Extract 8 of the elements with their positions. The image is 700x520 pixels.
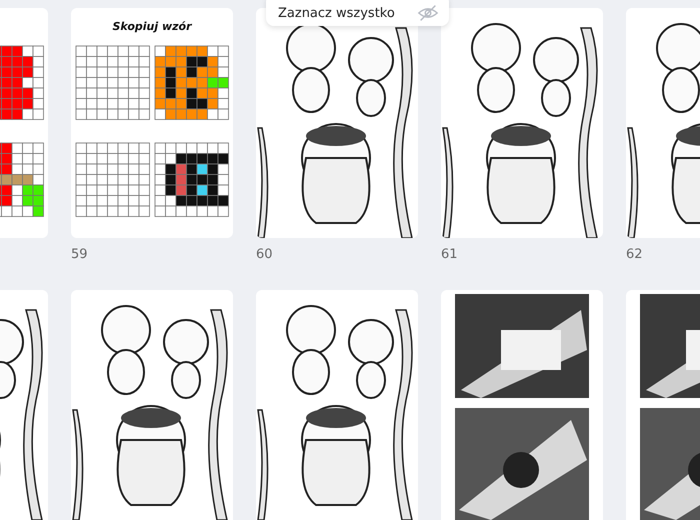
select-all-label: Zaznacz wszystko: [278, 6, 395, 20]
page-thumbnail[interactable]: Skopiuj wzór: [71, 8, 233, 238]
select-all-tooltip[interactable]: Zaznacz wszystko: [266, 0, 449, 26]
page-number: 60: [256, 246, 274, 264]
page-number: 61: [441, 246, 459, 264]
page-number: 59: [71, 246, 89, 264]
page-title: Skopiuj wzór: [112, 20, 192, 35]
page-number: 62: [626, 246, 644, 264]
